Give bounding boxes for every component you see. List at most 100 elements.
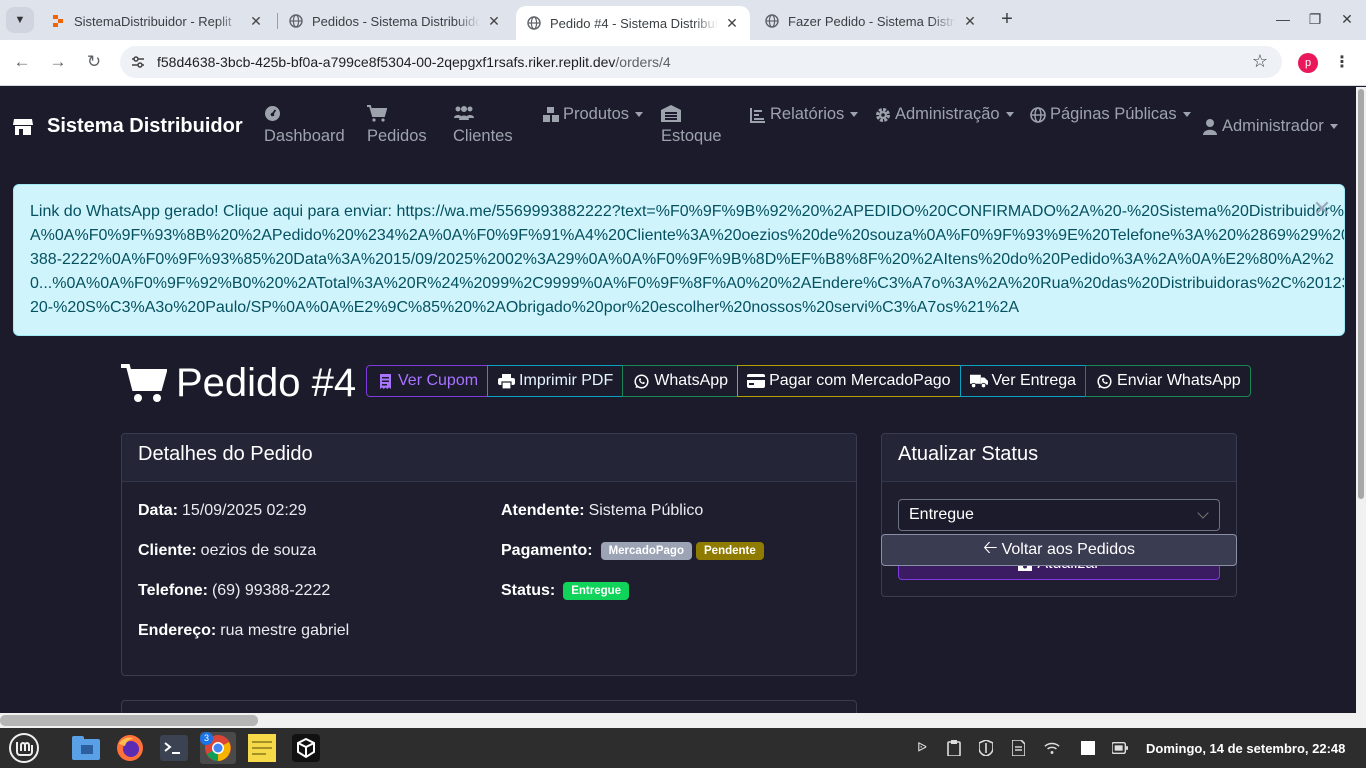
nav-estoque-label: Estoque — [661, 127, 722, 145]
notification-square-icon[interactable] — [1080, 740, 1096, 756]
nav-user-dropdown[interactable]: Administrador — [1201, 117, 1338, 136]
truck-icon — [969, 373, 988, 389]
forward-arrow-icon[interactable]: → — [48, 52, 68, 72]
imprimir-pdf-button[interactable]: Imprimir PDF — [487, 365, 624, 397]
address-bar[interactable]: f58d4638-3bcb-425b-bf0a-a799ce8f5304-00-… — [120, 46, 1282, 78]
bookmark-star-icon[interactable]: ☆ — [1252, 51, 1268, 72]
reload-icon[interactable]: ↻ — [84, 52, 104, 72]
gauge-icon — [265, 106, 280, 121]
nav-clientes[interactable]: Clientes — [453, 105, 513, 146]
mercadopago-button[interactable]: Pagar com MercadoPago — [737, 365, 961, 397]
whatsapp-icon — [1095, 373, 1113, 389]
clipboard-icon[interactable] — [946, 740, 962, 756]
tab-search-button[interactable]: ▼ — [6, 7, 34, 33]
cart-icon — [121, 364, 167, 402]
url-host: f58d4638-3bcb-425b-bf0a-a799ce8f5304-00-… — [157, 54, 616, 70]
nav-produtos-dropdown[interactable]: Produtos — [542, 105, 644, 124]
new-tab-button[interactable]: + — [996, 8, 1018, 32]
receipt-icon — [376, 373, 394, 389]
order-title-row: Pedido #4 — [121, 353, 361, 413]
browser-menu-icon[interactable]: ⋮ — [1334, 52, 1350, 72]
nav-dashboard[interactable]: Dashboard — [264, 105, 345, 146]
chrome-notification-badge: 3 — [200, 732, 213, 745]
app-viewport: Sistema Distribuidor Dashboard Pedidos C… — [0, 87, 1356, 713]
os-taskbar: 3 ᐉ Domingo, 14 de setembro, 22:48 — [0, 728, 1366, 768]
detail-telefone-label: Telefone: — [138, 582, 208, 599]
voltar-pedidos-button[interactable]: 🡠 Voltar aos Pedidos — [881, 534, 1237, 566]
order-actions-group: Ver Cupom Imprimir PDF WhatsApp Pagar co… — [366, 365, 1251, 397]
ver-entrega-button[interactable]: Ver Entrega — [959, 365, 1087, 397]
back-arrow-icon[interactable]: ← — [12, 52, 32, 72]
close-window-icon[interactable]: ✕ — [1338, 10, 1356, 28]
caret-down-icon — [1329, 124, 1338, 129]
tab-title: SistemaDistribuidor - Replit — [74, 13, 232, 29]
minimize-icon[interactable]: — — [1274, 10, 1292, 28]
detail-atendente: Atendente: Sistema Público — [501, 502, 703, 520]
imprimir-pdf-label: Imprimir PDF — [519, 372, 614, 389]
browser-tab-pedidos[interactable]: Pedidos - Sistema Distribuidor ✕ — [278, 6, 512, 36]
close-tab-icon[interactable]: ✕ — [248, 13, 264, 30]
terminal-icon[interactable] — [158, 732, 190, 764]
nav-pedidos-label: Pedidos — [367, 127, 427, 145]
shield-icon[interactable] — [978, 740, 994, 756]
nav-relatorios-label: Relatórios — [770, 105, 845, 123]
close-icon[interactable]: ✕ — [1312, 198, 1332, 220]
detail-data: Data: 15/09/2025 02:29 — [138, 502, 307, 520]
notes-app-icon[interactable] — [246, 732, 278, 764]
boxes-icon — [542, 106, 560, 124]
app-cube-icon[interactable] — [290, 732, 322, 764]
detail-cliente-value: oezios de souza — [200, 542, 317, 559]
nav-administracao-dropdown[interactable]: Administração — [874, 105, 1014, 124]
file-manager-icon[interactable] — [70, 732, 102, 764]
status-select-value: Entregue — [909, 506, 974, 523]
whatsapp-link-alert[interactable]: Link do WhatsApp gerado! Clique aqui par… — [13, 184, 1345, 336]
nav-estoque[interactable]: Estoque — [661, 105, 722, 146]
site-settings-icon[interactable] — [130, 54, 146, 70]
ver-cupom-button[interactable]: Ver Cupom — [366, 365, 489, 397]
browser-tab-pedido-4[interactable]: Pedido #4 - Sistema Distribuidor ✕ — [516, 6, 750, 40]
browser-tab-fazer-pedido[interactable]: Fazer Pedido - Sistema Distribuidor ✕ — [754, 6, 988, 36]
taskbar-clock[interactable]: Domingo, 14 de setembro, 22:48 — [1146, 741, 1345, 756]
bluetooth-icon[interactable]: ᐉ — [914, 740, 930, 756]
update-status-card: Atualizar Status Entregue Atualizar — [881, 433, 1237, 597]
enviar-whatsapp-button[interactable]: Enviar WhatsApp — [1085, 365, 1251, 397]
globe-icon — [764, 13, 780, 29]
maximize-icon[interactable]: ❐ — [1306, 10, 1324, 28]
brand-link[interactable]: Sistema Distribuidor — [12, 115, 243, 138]
cart-icon — [367, 105, 387, 122]
nav-paginas-publicas-dropdown[interactable]: Páginas Públicas — [1029, 105, 1191, 124]
nav-relatorios-dropdown[interactable]: Relatórios — [749, 105, 859, 124]
nav-pedidos[interactable]: Pedidos — [367, 105, 427, 146]
alert-text[interactable]: Link do WhatsApp gerado! Clique aqui par… — [30, 200, 1344, 320]
scrollbar-thumb[interactable] — [1358, 89, 1364, 499]
close-tab-icon[interactable]: ✕ — [962, 13, 978, 30]
whatsapp-button[interactable]: WhatsApp — [622, 365, 739, 397]
scrollbar-thumb[interactable] — [0, 715, 258, 726]
detail-endereco: Endereço: rua mestre gabriel — [138, 622, 349, 640]
mercadopago-label: Pagar com MercadoPago — [769, 372, 951, 389]
horizontal-scrollbar[interactable] — [0, 713, 1366, 728]
profile-avatar[interactable]: p — [1298, 53, 1318, 73]
status-select[interactable]: Entregue — [898, 499, 1220, 531]
order-details-card: Detalhes do Pedido Data: 15/09/2025 02:2… — [121, 433, 857, 676]
payment-method-badge: MercadoPago — [600, 542, 692, 560]
detail-atendente-label: Atendente: — [501, 502, 585, 519]
browser-tab-replit[interactable]: SistemaDistribuidor - Replit ✕ — [40, 6, 274, 36]
mint-menu-icon[interactable] — [8, 732, 40, 764]
detail-pagamento: Pagamento: MercadoPago Pendente — [501, 542, 764, 560]
whatsapp-label: WhatsApp — [654, 372, 729, 389]
wifi-icon[interactable] — [1044, 740, 1060, 756]
chrome-icon[interactable]: 3 — [200, 732, 236, 764]
vertical-scrollbar[interactable] — [1356, 87, 1366, 713]
battery-icon[interactable] — [1112, 740, 1128, 756]
top-navbar: Sistema Distribuidor Dashboard Pedidos C… — [0, 87, 1356, 167]
close-tab-icon[interactable]: ✕ — [724, 15, 740, 32]
nav-dashboard-label: Dashboard — [264, 127, 345, 145]
close-tab-icon[interactable]: ✕ — [486, 13, 502, 30]
detail-atendente-value: Sistema Público — [588, 502, 704, 519]
order-items-card — [121, 700, 857, 713]
document-icon[interactable] — [1010, 740, 1026, 756]
firefox-icon[interactable] — [114, 732, 146, 764]
detail-cliente-label: Cliente: — [138, 542, 197, 559]
order-status-badge: Entregue — [563, 582, 630, 600]
